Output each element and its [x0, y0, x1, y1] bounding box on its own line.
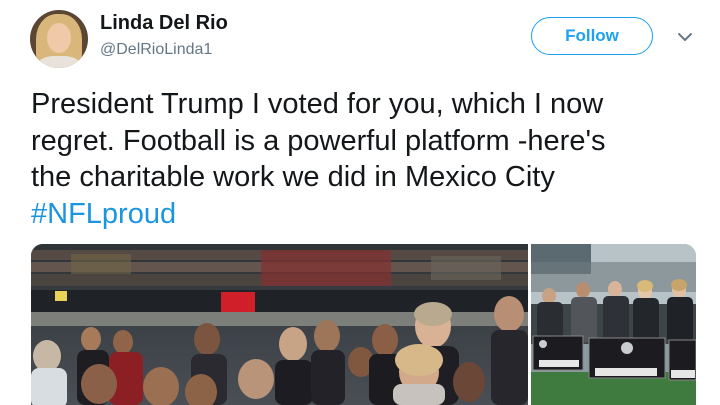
author-handle[interactable]: @DelRioLinda1	[100, 41, 212, 59]
follow-button[interactable]: Follow	[531, 17, 653, 55]
sign-board	[668, 339, 696, 381]
tweet-photo-signs[interactable]	[531, 244, 696, 405]
signs-photo	[531, 244, 696, 405]
tweet-text-line: President Trump I voted for you, which I…	[31, 88, 604, 120]
avatar[interactable]	[30, 10, 88, 68]
tweet-text-line: the charitable work we did in Mexico Cit…	[31, 161, 555, 193]
tweet-text-line: regret. Football is a powerful platform …	[31, 124, 606, 157]
author-name[interactable]: Linda Del Rio	[100, 12, 228, 35]
chevron-down-icon[interactable]	[676, 28, 694, 46]
tweet-text: President Trump I voted for you, which I…	[31, 86, 711, 232]
sign-board	[588, 337, 666, 379]
stadium-group-photo	[31, 244, 528, 405]
hashtag-link[interactable]: #NFLproud	[31, 196, 711, 233]
sign-board	[532, 335, 584, 371]
tweet-photo-group[interactable]	[31, 244, 528, 405]
